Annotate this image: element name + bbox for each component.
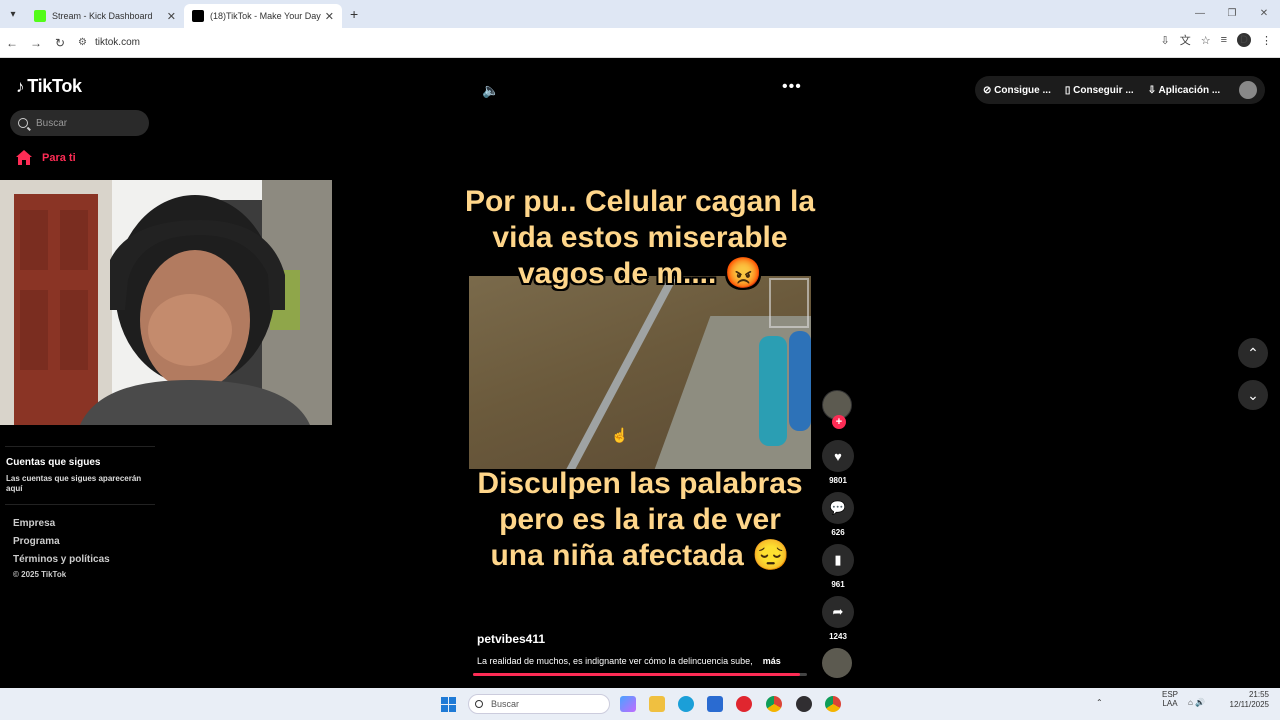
desktop-app-button[interactable]: ⇩ Aplicación ... [1148, 85, 1220, 96]
sidebar-item-for-you[interactable]: Para ti [16, 150, 76, 165]
close-tab-icon[interactable]: ✕ [325, 10, 334, 23]
profile-avatar[interactable]: D [1237, 33, 1251, 47]
webcam-overlay [0, 180, 332, 425]
tab-tiktok[interactable]: (18)TikTok - Make Your Day ✕ [184, 4, 342, 28]
heart-icon: ♥ [834, 448, 842, 464]
more-options-icon[interactable]: ••• [782, 78, 802, 96]
video-progress-fill [473, 673, 801, 676]
tiktok-page: ♪ TikTok Buscar Para ti Cuentas que sigu… [0, 58, 1280, 688]
follow-plus-icon[interactable]: + [832, 415, 846, 429]
save-count: 961 [831, 580, 845, 589]
chrome-icon[interactable] [766, 696, 782, 712]
file-explorer-icon[interactable] [649, 696, 665, 712]
video-description: La realidad de muchos, es indignante ver… [477, 656, 781, 666]
windows-start-icon[interactable] [441, 697, 456, 712]
comment-count: 626 [831, 528, 845, 537]
tray-chevron-icon[interactable]: ⌃ [1096, 698, 1103, 707]
video-caption-top: Por pu.. Celular cagan la vida estos mis… [464, 185, 816, 290]
taskbar-search-input[interactable]: Buscar [468, 694, 610, 714]
user-avatar[interactable] [1239, 81, 1257, 99]
tab-kick-dashboard[interactable]: Stream - Kick Dashboard ✕ [26, 4, 184, 28]
url-field[interactable]: ⚙ tiktok.com [78, 32, 140, 54]
tray-clock[interactable]: 21:55 12/11/2025 [1225, 690, 1269, 710]
tray-network-sound-icon[interactable]: ⌂ 🔊 [1188, 698, 1205, 707]
maximize-icon[interactable]: ❐ [1216, 0, 1248, 28]
url-text: tiktok.com [94, 37, 140, 48]
volume-icon[interactable]: 🔈 [482, 82, 499, 99]
share-icon: ➦ [832, 604, 844, 619]
tray-lang[interactable]: ESP LAA [1162, 690, 1178, 708]
like-count: 9801 [829, 476, 847, 485]
close-tab-icon[interactable]: ✕ [167, 10, 176, 23]
tiktok-logo[interactable]: ♪ TikTok [16, 76, 82, 97]
tab-title: Stream - Kick Dashboard [52, 11, 153, 21]
home-icon [16, 150, 32, 165]
share-count: 1243 [829, 632, 847, 641]
store-icon[interactable] [707, 696, 723, 712]
search-placeholder: Buscar [36, 117, 68, 129]
video-caption-bottom: Disculpen las palabras pero es la ira de… [477, 467, 803, 572]
browser-tab-bar: ▾ Stream - Kick Dashboard ✕ (18)TikTok -… [0, 0, 1280, 28]
share-button[interactable]: ➦ [822, 596, 854, 628]
tab-search-chevron-icon[interactable]: ▾ [0, 0, 26, 28]
obs-icon[interactable] [796, 696, 812, 712]
copyright: © 2025 TikTok [13, 570, 67, 579]
back-icon[interactable]: ← [0, 36, 24, 50]
forward-icon[interactable]: → [24, 36, 48, 50]
search-icon [475, 700, 483, 708]
comment-icon: 💬 [829, 500, 847, 515]
windows-taskbar [0, 688, 1280, 720]
sound-avatar[interactable] [822, 648, 852, 678]
divider [5, 446, 155, 447]
top-actions-bar: ⊘ Consigue ... ▯ Conseguir ... ⇩ Aplicac… [975, 76, 1265, 104]
more-link[interactable]: más [763, 656, 781, 666]
following-title: Cuentas que sigues [6, 457, 101, 468]
comment-button[interactable]: 💬 [822, 492, 854, 524]
following-subtitle: Las cuentas que sigues aparecerán aquí [6, 474, 142, 493]
like-button[interactable]: ♥ [822, 440, 854, 472]
tiktok-favicon-icon [192, 10, 204, 22]
footer-link-terms[interactable]: Términos y políticas [13, 554, 110, 565]
webcam-image [0, 180, 332, 425]
browser-menu-icon[interactable]: ⋮ [1261, 34, 1272, 47]
video-scene-person [789, 331, 811, 431]
bookmark-icon: ▮ [834, 552, 842, 567]
tiktok-note-icon: ♪ [16, 77, 25, 96]
next-video-button[interactable]: ⌄ [1238, 380, 1268, 410]
window-controls: — ❐ ✕ [1184, 0, 1280, 28]
kick-favicon-icon [34, 10, 46, 22]
reload-icon[interactable]: ↻ [48, 36, 72, 50]
translate-icon[interactable]: 文 [1180, 32, 1191, 48]
install-app-icon[interactable]: ⇩ [1160, 34, 1169, 47]
sidebar-item-label: Para ti [42, 151, 76, 164]
bookmark-star-icon[interactable]: ☆ [1201, 34, 1211, 47]
footer-link-company[interactable]: Empresa [13, 518, 55, 529]
get-coins-button[interactable]: ⊘ Consigue ... [983, 85, 1051, 96]
search-input[interactable]: Buscar [10, 110, 149, 136]
close-window-icon[interactable]: ✕ [1248, 0, 1280, 28]
new-tab-icon[interactable]: + [342, 6, 366, 22]
site-info-icon[interactable]: ⚙ [78, 37, 87, 48]
video-scene-person [759, 336, 787, 446]
address-bar: ← → ↻ ⚙ tiktok.com ⇩ 文 ☆ ≡ D ⋮ [0, 28, 1280, 58]
copilot-icon[interactable] [620, 696, 636, 712]
opera-icon[interactable] [736, 696, 752, 712]
hand-cursor-icon: ☝ [611, 427, 629, 443]
minimize-icon[interactable]: — [1184, 0, 1216, 28]
previous-video-button[interactable]: ⌃ [1238, 338, 1268, 368]
video-progress-bar[interactable] [473, 673, 807, 676]
chrome-profile-icon[interactable] [825, 696, 841, 712]
taskbar-search-placeholder: Buscar [491, 699, 520, 709]
save-button[interactable]: ▮ [822, 544, 854, 576]
media-control-icon[interactable]: ≡ [1221, 34, 1227, 46]
divider [5, 504, 155, 505]
footer-link-program[interactable]: Programa [13, 536, 60, 547]
video-player[interactable] [469, 276, 811, 469]
search-icon [18, 118, 28, 128]
video-username[interactable]: petvibes411 [477, 632, 545, 646]
tab-title: (18)TikTok - Make Your Day [210, 11, 321, 21]
edge-icon[interactable] [678, 696, 694, 712]
get-app-button[interactable]: ▯ Conseguir ... [1065, 85, 1134, 96]
